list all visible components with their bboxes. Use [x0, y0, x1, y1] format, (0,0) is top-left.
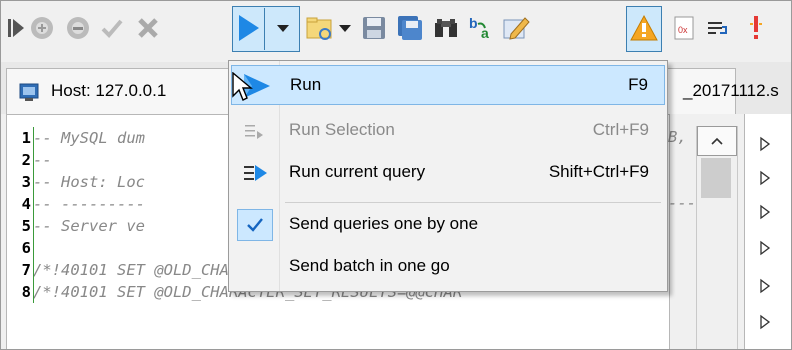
menu-item-send-queries-one-by-one[interactable]: Send queries one by one — [231, 205, 665, 245]
run-play-icon — [239, 15, 259, 41]
line-number: 7 — [21, 261, 31, 279]
line-number: 8 — [21, 283, 31, 301]
open-folder-icon — [306, 17, 332, 40]
line-number: 2 — [21, 151, 31, 169]
remove-circle-icon — [67, 17, 89, 39]
side-panel — [744, 114, 792, 350]
save-button[interactable] — [358, 8, 390, 48]
line-number: 5 — [21, 217, 31, 235]
expand-arrow-icon[interactable] — [759, 314, 771, 330]
expand-arrow-icon[interactable] — [759, 240, 771, 256]
hex-icon: 0x — [674, 16, 694, 40]
mouse-cursor-icon — [232, 72, 253, 101]
run-button-divider — [264, 8, 265, 50]
word-wrap-button[interactable] — [702, 8, 734, 48]
menu-separator — [285, 202, 661, 203]
step-icon — [8, 19, 24, 37]
code-tail-line1: B, — [668, 128, 687, 146]
code-text: -- Host: Loc — [33, 173, 145, 191]
menu-item-shortcut: Ctrl+F9 — [592, 120, 649, 139]
menu-item-label: Run current query — [289, 162, 426, 181]
remove-button[interactable] — [62, 8, 94, 48]
expand-arrow-icon[interactable] — [759, 136, 771, 152]
scroll-up-button[interactable] — [697, 126, 737, 156]
line-number: 1 — [21, 129, 31, 147]
run-current-query-icon — [237, 157, 273, 189]
menu-item-run[interactable]: Run F9 — [231, 65, 665, 105]
menu-item-label: Run — [290, 75, 322, 94]
fold-guide — [33, 127, 34, 303]
svg-text:0x: 0x — [678, 25, 688, 35]
main-toolbar: b a 0x — [0, 0, 792, 62]
warning-button[interactable] — [628, 8, 660, 48]
replace-button[interactable]: b a — [466, 8, 498, 48]
line-number: 6 — [21, 239, 31, 257]
open-file-dropdown[interactable] — [334, 8, 356, 48]
breakpoint-icon — [750, 16, 762, 39]
run-dropdown-menu: Run F9 Run Selection Ctrl+F9 Run current… — [228, 60, 668, 292]
code-text: -- MySQL dum — [33, 129, 145, 147]
replace-icon: b a — [469, 15, 489, 41]
dropdown-arrow-icon — [339, 25, 351, 32]
find-button[interactable] — [430, 8, 462, 48]
binoculars-find-icon — [435, 19, 457, 37]
expand-arrow-icon[interactable] — [759, 278, 771, 294]
line-number: 4 — [21, 195, 31, 213]
save-all-icon — [398, 16, 422, 40]
code-text: -- — [33, 151, 52, 169]
save-all-button[interactable] — [394, 8, 426, 48]
menu-item-label: Send batch in one go — [289, 256, 450, 275]
breakpoint-button[interactable] — [740, 8, 772, 48]
editor-scrollbar[interactable] — [696, 126, 738, 350]
run-button[interactable] — [232, 8, 264, 48]
code-text: -- Server ve — [33, 217, 145, 235]
add-circle-icon — [31, 17, 53, 39]
edit-button[interactable] — [500, 8, 532, 48]
dropdown-arrow-icon — [277, 25, 289, 32]
warning-icon — [630, 14, 658, 41]
run-dropdown-button[interactable] — [266, 8, 300, 48]
save-icon — [363, 17, 385, 39]
add-button[interactable] — [26, 8, 58, 48]
word-wrap-icon — [708, 22, 727, 34]
menu-item-run-selection[interactable]: Run Selection Ctrl+F9 — [231, 111, 665, 151]
cancel-x-icon — [138, 18, 158, 38]
line-number: 3 — [21, 173, 31, 191]
commit-button[interactable] — [96, 8, 128, 48]
tab-host-label: Host: 127.0.0.1 — [51, 81, 167, 100]
edit-pencil-icon — [503, 17, 530, 40]
expand-arrow-icon[interactable] — [759, 170, 771, 186]
svg-text:b: b — [469, 15, 478, 31]
expand-arrow-icon[interactable] — [759, 204, 771, 220]
open-file-button[interactable] — [304, 8, 336, 48]
checkmark-icon — [101, 19, 123, 38]
hex-button[interactable]: 0x — [668, 8, 700, 48]
menu-item-send-batch-in-one-go[interactable]: Send batch in one go — [231, 247, 665, 287]
menu-item-shortcut: Shift+Ctrl+F9 — [548, 162, 649, 181]
check-icon — [237, 209, 273, 241]
tab-file-label: _20171112.s — [683, 81, 779, 100]
code-tail-line4: --- — [668, 194, 696, 212]
menu-item-label: Run Selection — [289, 120, 395, 139]
menu-item-shortcut: F9 — [628, 75, 648, 94]
server-icon — [19, 83, 39, 101]
cancel-button[interactable] — [132, 8, 164, 48]
run-selection-icon — [237, 115, 273, 147]
code-text: -- --------- — [33, 195, 145, 213]
menu-item-label: Send queries one by one — [289, 214, 479, 233]
menu-item-run-current-query[interactable]: Run current query Shift+Ctrl+F9 — [231, 153, 665, 193]
scroll-thumb[interactable] — [701, 158, 731, 198]
chevron-up-icon — [711, 137, 723, 145]
